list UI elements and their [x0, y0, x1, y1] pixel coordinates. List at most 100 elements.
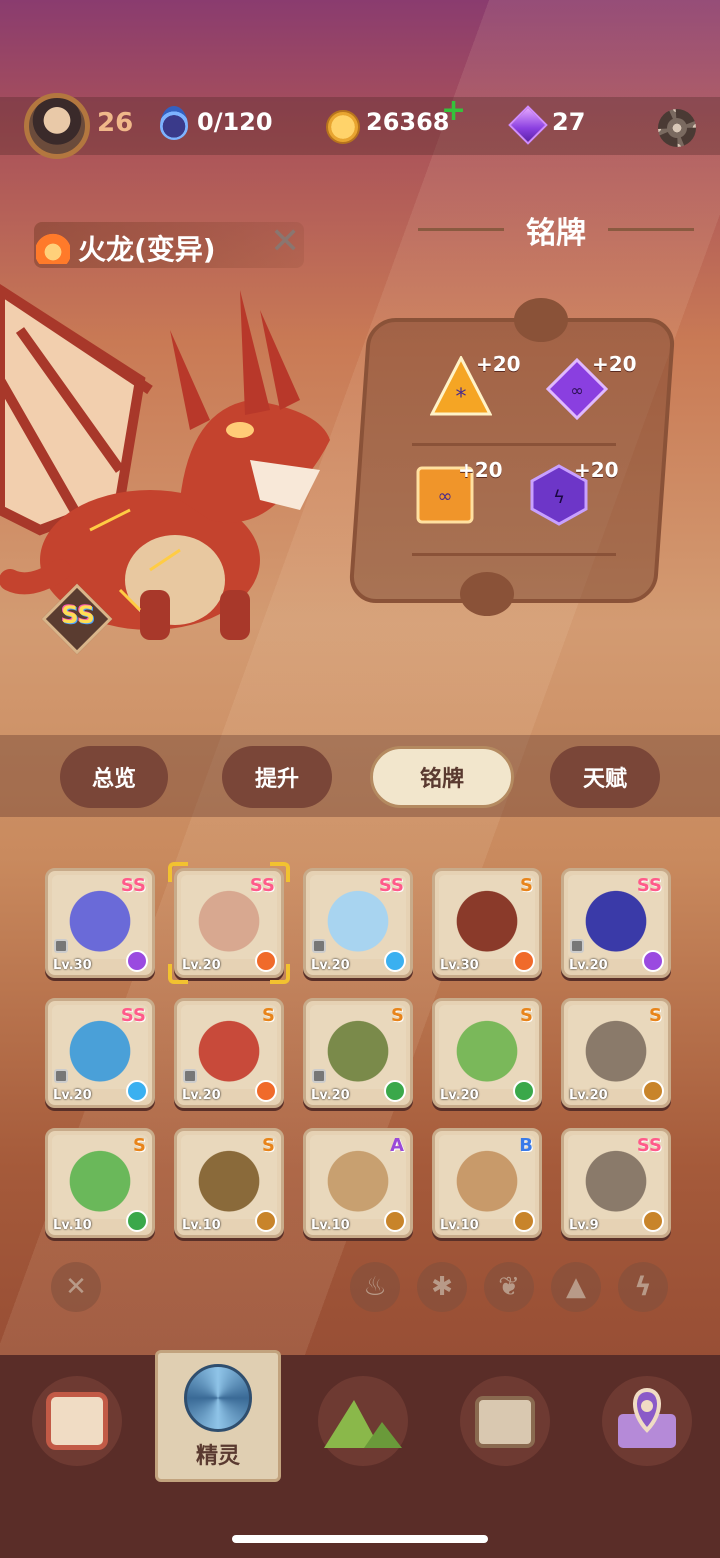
nav-mountain[interactable]: [318, 1376, 408, 1466]
grass-icon: [384, 1080, 406, 1102]
title-ornament-right: [608, 228, 694, 231]
pet-card[interactable]: B Lv.10: [432, 1128, 542, 1238]
pet-card[interactable]: S Lv.20: [432, 998, 542, 1108]
pet-card[interactable]: SS Lv.9: [561, 1128, 671, 1238]
lock-icon: [312, 939, 326, 953]
pet-card[interactable]: SS Lv.20: [561, 868, 671, 978]
device-icon: [46, 1392, 108, 1450]
player-level: 26: [97, 108, 134, 138]
pet-card[interactable]: S Lv.10: [174, 1128, 284, 1238]
pet-level: Lv.20: [182, 1088, 221, 1103]
lightning-filter-icon[interactable]: ϟ: [618, 1262, 668, 1312]
chest-icon: [475, 1396, 535, 1448]
clear-filter-icon[interactable]: ✕: [51, 1262, 101, 1312]
player-avatar[interactable]: [24, 93, 90, 159]
pet-grade: SS: [636, 875, 662, 896]
pet-grade: A: [390, 1135, 404, 1156]
add-coins-icon[interactable]: +: [441, 96, 466, 126]
pet-grade: S: [262, 1005, 275, 1026]
rune-bonus: +20: [458, 458, 503, 482]
pet-card[interactable]: SS Lv.20: [303, 868, 413, 978]
spirit-icon: [184, 1364, 252, 1432]
selection-corner: [168, 964, 188, 984]
pet-card[interactable]: A Lv.10: [303, 1128, 413, 1238]
pet-level: Lv.20: [440, 1088, 479, 1103]
pet-level: Lv.30: [53, 958, 92, 973]
pet-level: Lv.30: [440, 958, 479, 973]
pet-grade: SS: [120, 875, 146, 896]
pet-level: Lv.20: [311, 958, 350, 973]
pet-grade: S: [520, 1005, 533, 1026]
svg-text:*: *: [456, 385, 467, 410]
pet-name: 火龙(变异): [78, 233, 216, 266]
close-icon[interactable]: ✕: [270, 224, 300, 260]
lock-icon: [570, 939, 584, 953]
lock-icon: [54, 939, 68, 953]
selection-corner: [270, 964, 290, 984]
pet-card[interactable]: S Lv.10: [45, 1128, 155, 1238]
tab-talent[interactable]: 天赋: [550, 746, 660, 808]
tab-upgrade[interactable]: 提升: [222, 746, 332, 808]
panel-divider: [412, 443, 616, 446]
nav-device[interactable]: [32, 1376, 122, 1466]
earth-icon: [255, 1210, 277, 1232]
pet-grade: SS: [636, 1135, 662, 1156]
earth-icon: [513, 1210, 535, 1232]
pet-card[interactable]: SS Lv.20: [174, 868, 284, 978]
grass-filter-icon[interactable]: ❦: [484, 1262, 534, 1312]
earth-icon: [384, 1210, 406, 1232]
pet-card[interactable]: SS Lv.30: [45, 868, 155, 978]
map-pin-icon: [618, 1387, 676, 1448]
rune-bonus: +20: [574, 458, 619, 482]
lightning-icon: [126, 950, 148, 972]
grass-icon: [126, 1210, 148, 1232]
pet-level: Lv.10: [53, 1218, 92, 1233]
pet-level: Lv.10: [182, 1218, 221, 1233]
svg-text:∞: ∞: [570, 381, 583, 400]
pet-card[interactable]: S Lv.30: [432, 868, 542, 978]
fire-icon: [255, 1080, 277, 1102]
pet-level: Lv.9: [569, 1218, 599, 1233]
rune-bonus: +20: [476, 352, 521, 376]
pet-grade: S: [133, 1135, 146, 1156]
mountain-icon: [324, 1400, 402, 1448]
pet-card[interactable]: S Lv.20: [561, 998, 671, 1108]
nav-spirit-label: 精灵: [195, 1444, 240, 1469]
ice-icon: [384, 950, 406, 972]
tab-overview[interactable]: 总览: [60, 746, 168, 808]
panel-divider: [412, 553, 616, 556]
svg-text:ϟ: ϟ: [553, 487, 565, 508]
lock-icon: [54, 1069, 68, 1083]
lock-icon: [312, 1069, 326, 1083]
nav-chest[interactable]: [460, 1376, 550, 1466]
nav-map[interactable]: [602, 1376, 692, 1466]
pet-grade: S: [262, 1135, 275, 1156]
selection-corner: [168, 862, 188, 882]
earth-icon: [642, 1210, 664, 1232]
ice-icon: [126, 1080, 148, 1102]
pet-level: Lv.10: [311, 1218, 350, 1233]
grade-badge-label: SS: [61, 601, 95, 629]
water-drop-icon: [160, 106, 188, 140]
tab-badge[interactable]: 铭牌: [370, 746, 514, 808]
lightning-icon: [642, 950, 664, 972]
pet-grade: S: [649, 1005, 662, 1026]
earth-icon: [642, 1080, 664, 1102]
pet-card[interactable]: S Lv.20: [303, 998, 413, 1108]
coin-value: 26368: [366, 108, 450, 136]
pet-card[interactable]: SS Lv.20: [45, 998, 155, 1108]
settings-gear-icon[interactable]: [658, 109, 696, 147]
earth-filter-icon[interactable]: ▲: [551, 1262, 601, 1312]
fire-filter-icon[interactable]: ♨: [350, 1262, 400, 1312]
home-indicator[interactable]: [232, 1535, 488, 1543]
rune-bonus: +20: [592, 352, 637, 376]
lock-icon: [183, 1069, 197, 1083]
pet-grade: B: [519, 1135, 533, 1156]
pet-level: Lv.20: [569, 958, 608, 973]
pet-grade: S: [391, 1005, 404, 1026]
pet-grade: S: [520, 875, 533, 896]
pet-grade: SS: [120, 1005, 146, 1026]
ice-filter-icon[interactable]: ✱: [417, 1262, 467, 1312]
pet-card[interactable]: S Lv.20: [174, 998, 284, 1108]
grass-icon: [513, 1080, 535, 1102]
